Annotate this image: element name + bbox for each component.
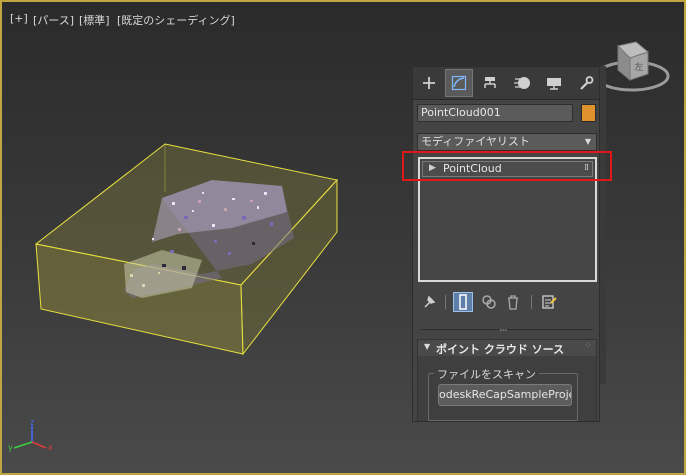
modifier-list-dropdown[interactable]: モディファイヤリスト ▼ (417, 133, 597, 151)
pin-stack-button[interactable] (419, 292, 439, 312)
tab-utilities[interactable] (572, 69, 599, 97)
make-unique-icon (482, 295, 496, 309)
axis-z-label: z (30, 418, 34, 427)
motion-icon (514, 77, 530, 89)
tab-motion[interactable] (508, 69, 536, 97)
axis-tripod-icon: z y x (8, 418, 53, 452)
tab-hierarchy[interactable] (476, 69, 504, 97)
pin-icon (424, 295, 436, 308)
stack-toolbar (413, 289, 599, 315)
tab-display[interactable] (540, 69, 568, 97)
axis-y-label: y (8, 443, 13, 452)
scan-file-group-label: ファイルをスキャン (434, 366, 539, 382)
show-end-result-icon (459, 294, 467, 310)
configure-modifier-sets-button[interactable] (539, 292, 559, 312)
splitter-grip-icon[interactable]: ····· (499, 326, 508, 335)
display-monitor-icon (547, 78, 561, 90)
object-color-swatch[interactable] (581, 104, 596, 122)
rollout-header[interactable]: ▼ ポイント クラウド ソース ⁘ (418, 340, 596, 356)
panel-splitter[interactable] (421, 329, 593, 330)
command-panel-tabs (413, 67, 599, 100)
modifier-list-label: モディファイヤリスト (421, 135, 530, 148)
dropdown-arrow-icon: ▼ (584, 137, 591, 146)
command-panel-scrollbar[interactable] (600, 66, 606, 384)
rollout-title: ポイント クラウド ソース (436, 343, 565, 356)
viewcube-face-label: 左 (634, 61, 643, 73)
remove-modifier-icon (508, 295, 518, 310)
configure-sets-icon (542, 295, 557, 309)
show-end-result-button[interactable] (453, 292, 473, 312)
modify-arc-icon (451, 75, 467, 91)
make-unique-button[interactable] (479, 292, 499, 312)
remove-modifier-button[interactable] (503, 292, 523, 312)
highlight-frame (402, 151, 612, 181)
tab-modify[interactable] (445, 69, 473, 97)
point-cloud-source-rollout: ▼ ポイント クラウド ソース ⁘ ファイルをスキャン odeskReCapSa… (417, 339, 597, 421)
plus-icon (423, 77, 435, 89)
collapse-triangle-icon: ▼ (424, 342, 431, 351)
wrench-icon (580, 76, 594, 90)
axis-x-label: x (48, 443, 53, 452)
tab-create[interactable] (415, 69, 443, 97)
command-panel: PointCloud001 モディファイヤリスト ▼ ▶ PointCloud … (412, 66, 600, 422)
hierarchy-icon (484, 77, 496, 88)
object-name-field[interactable]: PointCloud001 (417, 104, 573, 122)
rollout-grip-icon[interactable]: ⁘ (584, 341, 592, 351)
scan-file-button[interactable]: odeskReCapSampleProject. (438, 384, 572, 406)
